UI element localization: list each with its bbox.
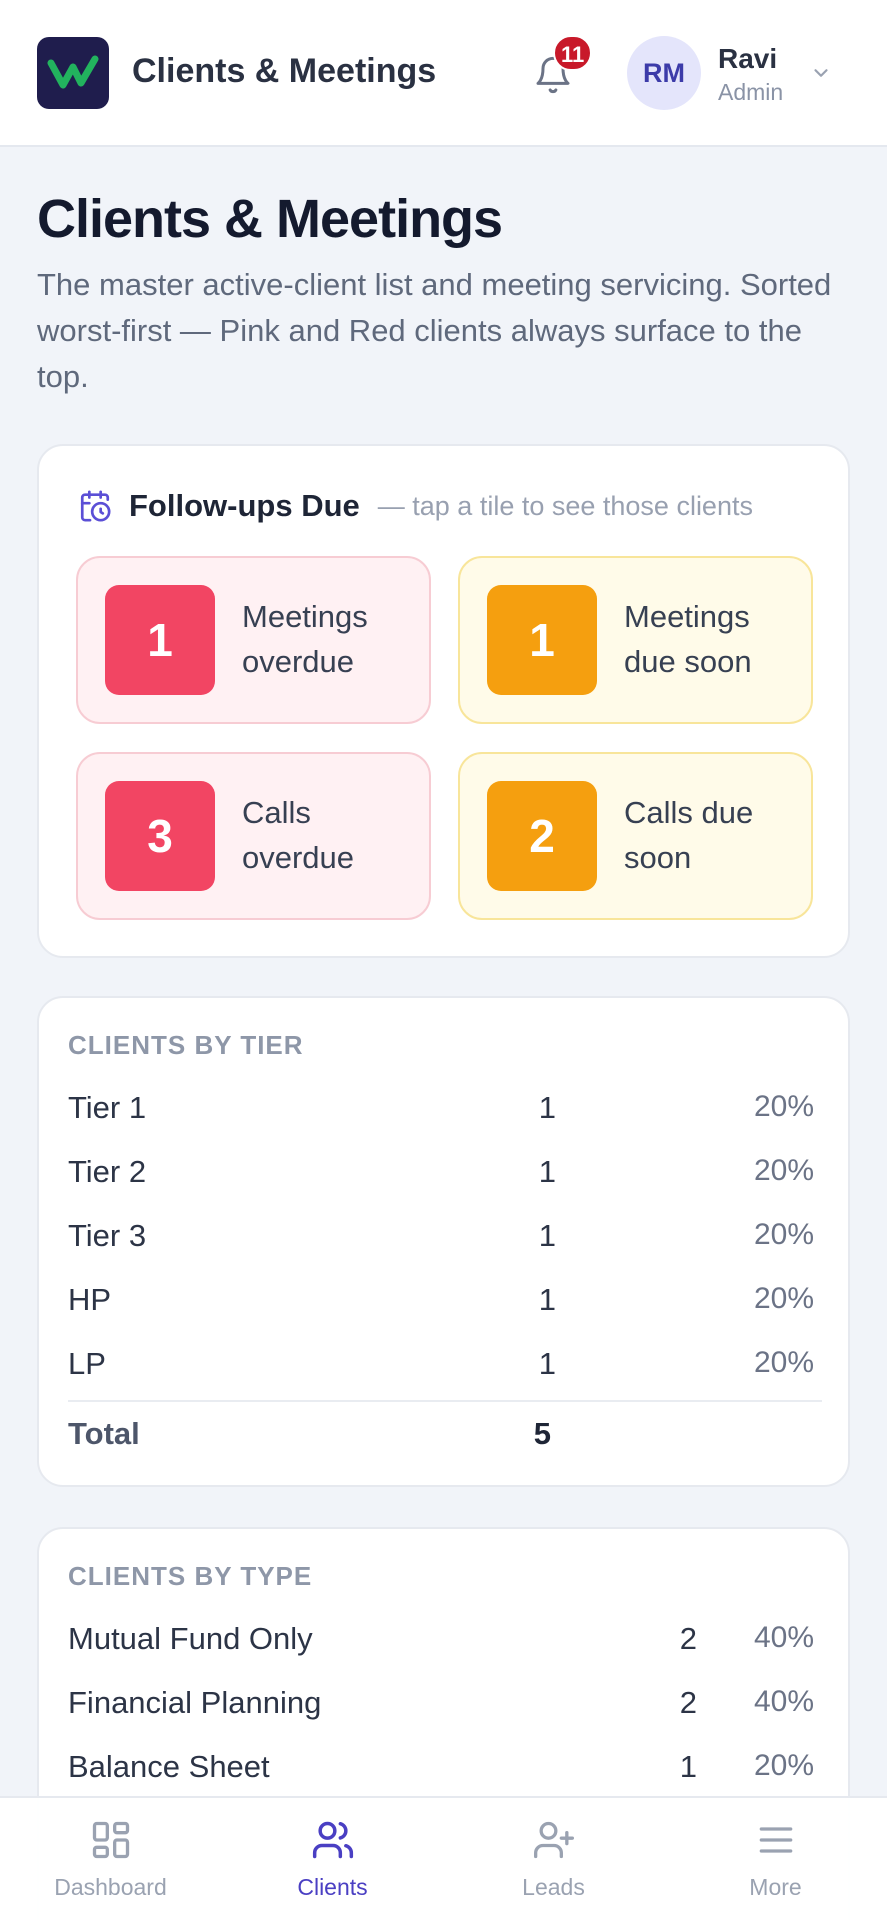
add-user-icon	[530, 1816, 578, 1864]
tile-count: 2	[487, 781, 597, 891]
table-row: Tier 1 1 20%	[68, 1078, 822, 1142]
nav-label: Clients	[297, 1874, 368, 1900]
table-row: Financial Planning 2 40%	[68, 1673, 822, 1737]
page-title: Clients & Meetings	[37, 189, 503, 249]
tile-meetings-overdue[interactable]: 1 Meetings overdue	[76, 556, 431, 724]
row-name: Tier 2	[68, 1154, 147, 1189]
total-count: 5	[533, 1416, 551, 1451]
page-subtitle: The master active-client list and meetin…	[37, 267, 832, 394]
row-percent: 20%	[753, 1749, 814, 1782]
calendar-clock-icon	[77, 488, 113, 524]
followups-card: Follow-ups Due — tap a tile to see those…	[37, 444, 850, 958]
type-table: Mutual Fund Only 2 40% Financial Plannin…	[68, 1609, 822, 1801]
nav-label: More	[749, 1874, 802, 1900]
row-name: Balance Sheet	[68, 1749, 270, 1784]
row-count: 1	[679, 1749, 697, 1784]
tier-table: Tier 1 1 20% Tier 2 1 20% Tier 3 1 20% H…	[68, 1078, 822, 1466]
row-percent: 20%	[753, 1154, 814, 1187]
avatar[interactable]: RM	[627, 36, 701, 110]
row-count: 1	[538, 1346, 556, 1381]
row-name: Mutual Fund Only	[68, 1621, 313, 1656]
row-count: 2	[679, 1685, 697, 1720]
table-total-row: Total 5	[68, 1400, 822, 1466]
row-percent: 20%	[753, 1346, 814, 1379]
nav-item-dashboard[interactable]: Dashboard	[0, 1798, 221, 1920]
clients-by-tier-card: CLIENTS BY TIER Tier 1 1 20% Tier 2 1 20…	[37, 996, 850, 1487]
row-name: Tier 3	[68, 1218, 147, 1253]
nav-item-leads[interactable]: Leads	[443, 1798, 664, 1920]
user-menu-toggle[interactable]	[808, 60, 834, 86]
bottom-nav: Dashboard Clients Leads More	[0, 1796, 887, 1920]
tile-calls-due-soon[interactable]: 2 Calls due soon	[458, 752, 813, 920]
tile-calls-overdue[interactable]: 3 Calls overdue	[76, 752, 431, 920]
table-row: Balance Sheet 1 20%	[68, 1737, 822, 1801]
user-role: Admin	[718, 79, 784, 105]
tile-label: Calls due soon	[624, 795, 754, 875]
row-count: 1	[538, 1218, 556, 1253]
nav-item-clients[interactable]: Clients	[222, 1798, 443, 1920]
tile-count: 3	[105, 781, 215, 891]
row-name: LP	[68, 1346, 106, 1381]
clients-icon	[309, 1816, 357, 1864]
dashboard-icon	[87, 1816, 135, 1864]
followups-hint: — tap a tile to see those clients	[377, 490, 753, 521]
total-label: Total	[68, 1416, 140, 1451]
section-label: CLIENTS BY TIER	[68, 1030, 304, 1060]
row-name: Financial Planning	[68, 1685, 322, 1720]
nav-label: Dashboard	[54, 1874, 167, 1900]
row-count: 1	[538, 1090, 556, 1125]
tile-meetings-due-soon[interactable]: 1 Meetings due soon	[458, 556, 813, 724]
chevron-down-icon	[814, 69, 828, 77]
user-name[interactable]: Ravi	[718, 43, 777, 75]
table-row: HP 1 20%	[68, 1270, 822, 1334]
followups-title: Follow-ups Due	[129, 488, 360, 523]
row-percent: 40%	[753, 1621, 814, 1654]
row-percent: 20%	[753, 1090, 814, 1123]
app-logo[interactable]	[37, 37, 109, 109]
tile-count: 1	[105, 585, 215, 695]
tile-label: Calls overdue	[242, 795, 355, 875]
row-count: 2	[679, 1621, 697, 1656]
top-header: Clients & Meetings 11 RM Ravi Admin	[0, 0, 887, 147]
menu-icon	[752, 1816, 800, 1864]
tile-count: 1	[487, 585, 597, 695]
row-count: 1	[538, 1282, 556, 1317]
row-percent: 20%	[753, 1218, 814, 1251]
section-label: CLIENTS BY TYPE	[68, 1561, 313, 1591]
tile-label: Meetings overdue	[242, 599, 368, 679]
followups-header: Follow-ups Due — tap a tile to see those…	[77, 488, 753, 524]
logo-mark-icon	[47, 55, 99, 89]
tile-label: Meetings due soon	[624, 599, 752, 679]
nav-label: Leads	[522, 1874, 585, 1900]
app-title: Clients & Meetings	[132, 52, 437, 90]
row-name: HP	[68, 1282, 112, 1317]
table-row: Mutual Fund Only 2 40%	[68, 1609, 822, 1673]
row-percent: 40%	[753, 1685, 814, 1718]
table-row: Tier 2 1 20%	[68, 1142, 822, 1206]
table-row: Tier 3 1 20%	[68, 1206, 822, 1270]
row-count: 1	[538, 1154, 556, 1189]
row-name: Tier 1	[68, 1090, 147, 1125]
table-row: LP 1 20%	[68, 1334, 822, 1398]
notification-count-badge: 11	[553, 35, 593, 71]
row-percent: 20%	[753, 1282, 814, 1315]
app-root: Clients & Meetings 11 RM Ravi Admin Clie…	[0, 0, 887, 1920]
nav-item-more[interactable]: More	[665, 1798, 886, 1920]
